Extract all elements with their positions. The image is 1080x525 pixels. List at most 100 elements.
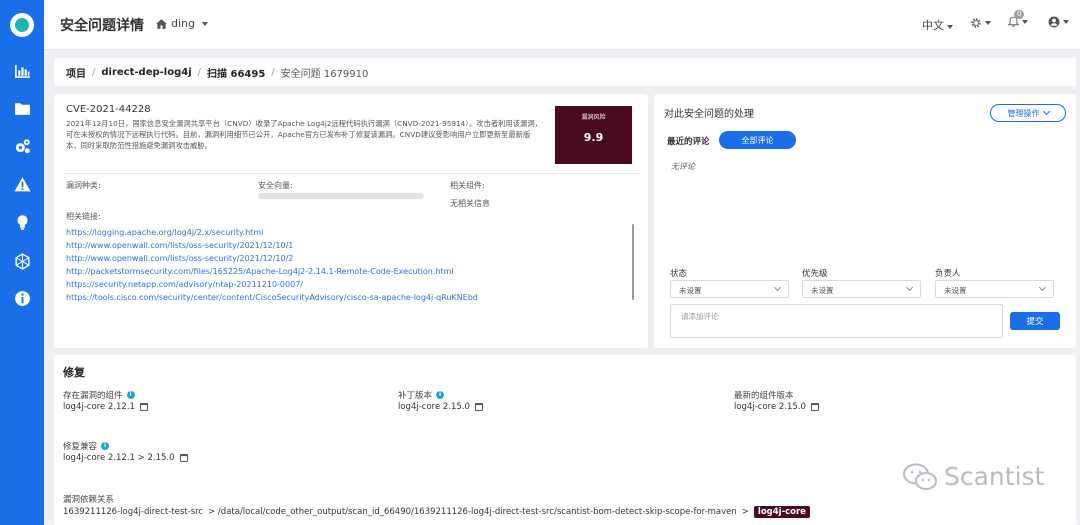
info-icon[interactable]: i <box>126 391 135 399</box>
calendar-icon <box>179 454 188 462</box>
app-logo[interactable] <box>10 13 34 37</box>
divider <box>64 173 640 174</box>
chevron-down-icon <box>985 21 991 25</box>
dependency-arrow: > <box>741 507 749 517</box>
handling-card: 对此安全问题的处理 管理操作 最近的评论 全部评论 无评论 状态 未设置 优先级… <box>654 94 1076 348</box>
breadcrumb-current: 安全问题 1679910 <box>280 68 369 80</box>
related-links-list: https://logging.apache.org/log4j/2.x/sec… <box>66 226 478 304</box>
latest-version-value: log4j-core 2.15.0 <box>734 402 819 412</box>
patch-version-value: log4j-core 2.15.0 <box>398 402 483 412</box>
fix-compat-text: log4j-core 2.12.1 > 2.15.0 <box>63 453 175 463</box>
owner-value: 未设置 <box>944 286 967 295</box>
related-link[interactable]: http://www.openwall.com/lists/oss-securi… <box>66 252 478 265</box>
calendar-icon <box>474 403 483 411</box>
breadcrumb: 项目 / direct-dep-log4j / 扫描 66495 / 安全问题 … <box>54 58 1076 86</box>
info-icon[interactable]: i <box>436 391 445 399</box>
manage-actions-button[interactable]: 管理操作 <box>990 104 1066 122</box>
bar-chart-icon[interactable] <box>12 61 32 81</box>
risk-score: 9.9 <box>583 131 604 144</box>
vulnerability-card: CVE-2021-44228 2021年12月10日，国家信息安全漏洞共享平台（… <box>54 94 648 348</box>
owner-label: 负责人 <box>935 269 961 279</box>
sidebar <box>0 0 44 525</box>
risk-label: 漏洞风险 <box>581 114 606 121</box>
info-icon[interactable] <box>12 288 32 308</box>
related-link[interactable]: http://www.openwall.com/lists/oss-securi… <box>66 239 478 252</box>
wechat-icon <box>903 463 937 490</box>
breadcrumb-separator: / <box>197 66 201 78</box>
calendar-icon <box>810 403 819 411</box>
recent-comments-label: 最近的评论 <box>667 137 710 147</box>
vulnerable-component-label: 存在漏洞的组件 i <box>63 389 135 401</box>
links-scrollbar[interactable] <box>632 224 634 300</box>
chevron-down-icon <box>1038 283 1047 292</box>
handling-title: 对此安全问题的处理 <box>664 109 754 120</box>
chevron-down-icon <box>773 283 782 292</box>
all-comments-button[interactable]: 全部评论 <box>719 131 796 149</box>
fix-card: 修复 存在漏洞的组件 i log4j-core 2.12.1 补丁版本 i lo… <box>54 355 1076 525</box>
related-link[interactable]: http://packetstormsecurity.com/files/165… <box>66 265 478 278</box>
breadcrumb-project[interactable]: 项目 <box>66 65 86 80</box>
folder-icon[interactable] <box>12 98 32 118</box>
lightbulb-icon[interactable] <box>12 212 32 232</box>
page-title: 安全问题详情 <box>60 18 144 34</box>
dependency-intermediate: > /data/local/code_other_output/scan_id_… <box>208 507 737 517</box>
watermark-text: Scantist <box>944 462 1045 491</box>
breadcrumb-repo[interactable]: direct-dep-log4j <box>101 67 191 78</box>
dependency-target-tag: log4j-core <box>753 506 810 518</box>
notification-badge: 0 <box>1014 10 1025 19</box>
status-select[interactable]: 未设置 <box>670 280 789 298</box>
workspace-dropdown[interactable]: ding <box>156 17 208 30</box>
vuln-type-label: 漏洞种类: <box>66 181 101 190</box>
language-dropdown[interactable]: 中文 <box>922 17 953 33</box>
cve-id: CVE-2021-44228 <box>66 104 151 115</box>
owner-select[interactable]: 未设置 <box>935 280 1054 298</box>
submit-button[interactable]: 提交 <box>1010 312 1060 330</box>
gear-icon <box>971 18 981 28</box>
user-icon <box>1048 16 1060 28</box>
info-icon[interactable]: i <box>101 442 110 450</box>
patch-version-text: log4j-core 2.15.0 <box>398 402 470 412</box>
gears-icon[interactable] <box>12 136 32 156</box>
fix-title: 修复 <box>63 366 85 379</box>
vulnerable-component-label-text: 存在漏洞的组件 <box>63 391 123 401</box>
status-value: 未设置 <box>679 286 702 295</box>
patch-version-label-text: 补丁版本 <box>398 391 433 401</box>
priority-value: 未设置 <box>811 286 834 295</box>
patch-version-label: 补丁版本 i <box>398 389 445 401</box>
notifications-dropdown[interactable]: 0 <box>1008 10 1028 28</box>
vulnerable-component-value: log4j-core 2.12.1 <box>63 402 148 412</box>
topbar: 安全问题详情 ding 中文 0 <box>44 0 1080 50</box>
manage-actions-label: 管理操作 <box>1007 108 1040 118</box>
chevron-down-icon <box>1022 20 1028 24</box>
related-link[interactable]: https://tools.cisco.com/security/center/… <box>66 291 478 304</box>
dependency-path-label: 漏洞依赖关系 <box>63 495 115 505</box>
chevron-down-icon <box>905 283 914 292</box>
settings-dropdown[interactable] <box>970 17 991 29</box>
calendar-icon <box>139 403 148 411</box>
related-link[interactable]: https://security.netapp.com/advisory/nta… <box>66 278 478 291</box>
security-vector-bar <box>258 193 424 199</box>
cve-description: 2021年12月10日，国家信息安全漏洞共享平台（CNVD）收录了Apache … <box>66 119 542 150</box>
risk-score-box: 漏洞风险 9.9 <box>555 106 632 164</box>
dependency-root: 1639211126-log4j-direct-test-src <box>63 507 204 517</box>
breadcrumb-scan[interactable]: 扫描 66495 <box>207 65 265 80</box>
chevron-down-icon <box>947 25 953 29</box>
network-icon[interactable] <box>12 251 32 271</box>
user-dropdown[interactable] <box>1048 16 1069 28</box>
warning-icon[interactable] <box>12 174 32 194</box>
home-icon <box>156 18 167 29</box>
chevron-down-icon <box>1042 107 1050 116</box>
related-links-label: 相关链接: <box>66 212 101 221</box>
no-comment-text: 无评论 <box>671 162 695 171</box>
related-component-label: 相关组件: <box>450 181 485 190</box>
vulnerable-component-text: log4j-core 2.12.1 <box>63 402 135 412</box>
watermark: Scantist <box>902 462 1044 491</box>
latest-version-text: log4j-core 2.15.0 <box>734 402 806 412</box>
priority-select[interactable]: 未设置 <box>802 280 921 298</box>
comment-input[interactable]: 请添加评论 <box>670 304 1003 338</box>
related-link[interactable]: https://logging.apache.org/log4j/2.x/sec… <box>66 226 478 239</box>
chevron-down-icon <box>1063 20 1069 24</box>
related-component-value: 无相关信息 <box>450 199 490 208</box>
fix-compat-value: log4j-core 2.12.1 > 2.15.0 <box>63 453 188 463</box>
latest-version-label: 最新的组件版本 <box>734 391 794 401</box>
